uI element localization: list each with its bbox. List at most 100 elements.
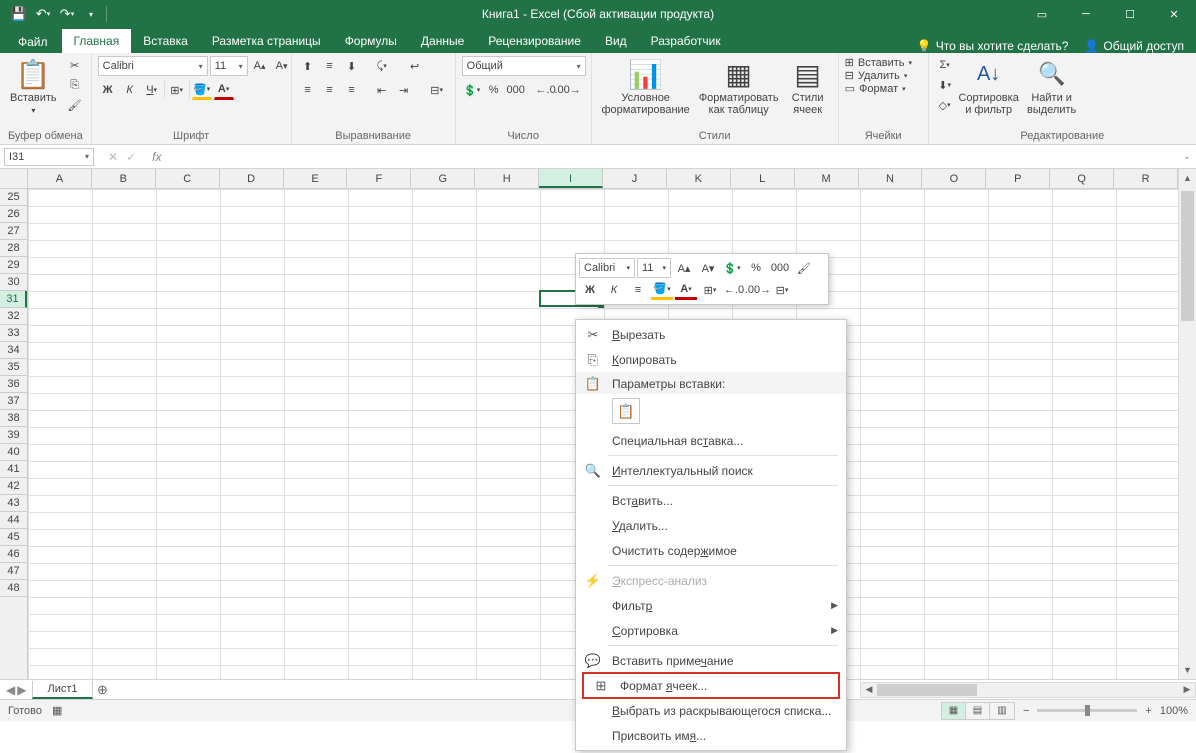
menu-format-cells[interactable]: ⊞ Формат ячеек... [584,674,838,697]
mini-percent[interactable]: % [745,258,767,278]
mini-font-color[interactable]: A▾ [675,280,697,300]
row-header[interactable]: 34 [0,342,27,359]
find-select-button[interactable]: 🔍 Найти и выделить [1023,56,1081,118]
row-header[interactable]: 33 [0,325,27,342]
paste-option-default[interactable]: 📋 [612,398,640,424]
sheet-tab[interactable]: Лист1 [32,681,92,699]
align-center-button[interactable]: ≡ [320,80,340,100]
mini-merge[interactable]: ⊟▾ [771,280,793,300]
row-header[interactable]: 47 [0,563,27,580]
scroll-left-arrow[interactable]: ◀ [861,684,877,695]
menu-paste-options-header[interactable]: 📋 Параметры вставки: [576,372,846,394]
menu-smart-lookup[interactable]: 🔍 Интеллектуальный поиск [576,458,846,483]
align-top-button[interactable]: ⬆ [298,56,318,76]
column-header[interactable]: M [795,169,859,188]
column-header[interactable]: P [986,169,1050,188]
mini-font-combo[interactable]: Calibri▾ [579,258,635,278]
vertical-scrollbar[interactable]: ▲ ▼ [1178,169,1196,679]
mini-italic[interactable]: К [603,280,625,300]
row-header[interactable]: 46 [0,546,27,563]
sheet-nav-next[interactable]: ▶ [17,683,26,697]
align-middle-button[interactable]: ≡ [320,56,340,76]
border-button[interactable]: ⊞▾ [167,80,187,100]
menu-define-name[interactable]: Присвоить имя... [576,723,846,748]
fill-color-button[interactable]: 🪣▾ [192,80,212,100]
row-header[interactable]: 30 [0,274,27,291]
align-bottom-button[interactable]: ⬇ [342,56,362,76]
menu-clear-contents[interactable]: Очистить содержимое [576,538,846,563]
maximize-button[interactable]: ☐ [1108,0,1152,28]
zoom-in-button[interactable]: + [1145,705,1151,717]
tab-developer[interactable]: Разработчик [639,29,733,53]
comma-button[interactable]: 000 [506,80,526,100]
tab-data[interactable]: Данные [409,29,476,53]
mini-inc-decimal[interactable]: ←.0 [723,280,745,300]
copy-button[interactable]: ⎘ [65,76,85,94]
tell-me[interactable]: 💡 Что вы хотите сделать? [917,39,1069,53]
tab-view[interactable]: Вид [593,29,639,53]
column-header[interactable]: I [539,169,603,188]
mini-increase-font[interactable]: A▴ [673,258,695,278]
ribbon-options-icon[interactable]: ▭ [1020,0,1064,28]
row-header[interactable]: 32 [0,308,27,325]
column-header[interactable]: N [859,169,923,188]
share-button[interactable]: 👤 Общий доступ [1084,39,1184,53]
zoom-slider[interactable] [1037,709,1137,712]
number-format-combo[interactable]: Общий▾ [462,56,586,76]
menu-paste-special[interactable]: Специальная вставка... [576,428,846,453]
zoom-level[interactable]: 100% [1160,705,1188,717]
row-header[interactable]: 31 [0,291,27,308]
mini-format-painter[interactable]: 🖌 [793,258,815,278]
column-header[interactable]: Q [1050,169,1114,188]
column-header[interactable]: C [156,169,220,188]
scroll-down-arrow[interactable]: ▼ [1179,661,1196,679]
column-header[interactable]: D [220,169,284,188]
row-header[interactable]: 26 [0,206,27,223]
cell-styles-button[interactable]: ▤ Стили ячеек [784,56,832,118]
cut-button[interactable]: ✂ [65,56,85,74]
horizontal-scrollbar[interactable]: ◀ ▶ [860,682,1196,698]
redo-button[interactable]: ↷▾ [56,3,78,25]
tab-page-layout[interactable]: Разметка страницы [200,29,333,53]
increase-indent-button[interactable]: ⇥ [394,80,414,100]
add-sheet-button[interactable]: ⊕ [93,682,113,698]
formula-input[interactable] [167,148,1178,166]
mini-align[interactable]: ≡ [627,280,649,300]
fx-label[interactable]: fx [146,150,167,164]
mini-fill-color[interactable]: 🪣▾ [651,280,673,300]
row-header[interactable]: 40 [0,444,27,461]
column-header[interactable]: J [603,169,667,188]
cells-format-button[interactable]: ▭Формат ▾ [845,82,906,95]
mini-size-combo[interactable]: 11▾ [637,258,671,278]
row-header[interactable]: 48 [0,580,27,597]
conditional-formatting-button[interactable]: 📊 Условное форматирование [598,56,694,118]
column-header[interactable]: E [284,169,348,188]
mini-bold[interactable]: Ж [579,280,601,300]
autosum-button[interactable]: Σ▾ [935,56,955,74]
row-header[interactable]: 45 [0,529,27,546]
align-left-button[interactable]: ≡ [298,80,318,100]
menu-pick-from-list[interactable]: Выбрать из раскрывающегося списка... [576,698,846,723]
sort-filter-button[interactable]: A↓ Сортировка и фильтр [959,56,1019,118]
view-normal[interactable]: ▦ [942,703,966,719]
column-header[interactable]: B [92,169,156,188]
macro-record-icon[interactable]: ▦ [52,704,62,717]
sheet-nav-prev[interactable]: ◀ [6,683,15,697]
clear-button[interactable]: ◇▾ [935,96,955,114]
column-header[interactable]: L [731,169,795,188]
row-header[interactable]: 36 [0,376,27,393]
mini-comma[interactable]: 000 [769,258,791,278]
vertical-scroll-thumb[interactable] [1181,191,1194,321]
increase-decimal-button[interactable]: ←.0 [536,80,556,100]
row-header[interactable]: 25 [0,189,27,206]
wrap-text-button[interactable]: ↩ [402,56,428,76]
increase-font-button[interactable]: A▴ [250,56,270,76]
menu-delete[interactable]: Удалить... [576,513,846,538]
save-button[interactable]: 💾 [8,3,30,25]
mini-border[interactable]: ⊞▾ [699,280,721,300]
format-painter-button[interactable]: 🖌 [65,96,85,114]
row-header[interactable]: 28 [0,240,27,257]
row-header[interactable]: 43 [0,495,27,512]
orientation-button[interactable]: ⤹▾ [372,56,392,76]
align-right-button[interactable]: ≡ [342,80,362,100]
